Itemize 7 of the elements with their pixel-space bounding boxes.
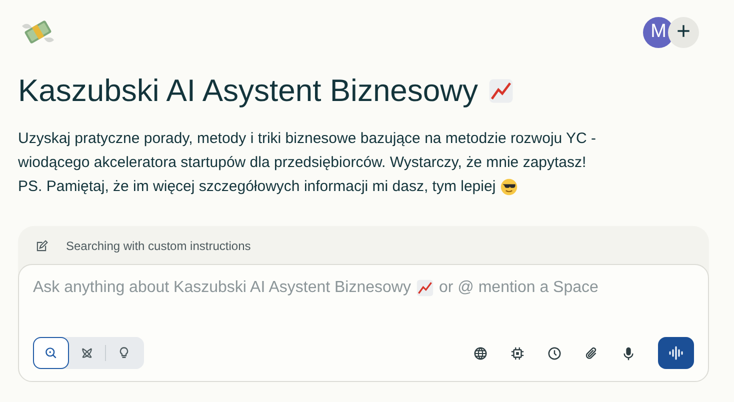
instructions-note[interactable]: Searching with custom instructions <box>66 239 251 253</box>
placeholder-text: or @ mention a Space <box>438 279 598 297</box>
description-text: PS. Pamiętaj, że im więcej szczegółowych informacji mi dasz, tym lepiej <box>18 177 496 197</box>
description-text: Uzyskaj pratyczne porady, metody i triki biznesowe bazujące na metodzie rozwoju YC - wiodącego akceleratora startupów dla przedsiębiorców. Wystarczy, że mnie zapytasz! <box>18 129 598 173</box>
page-title: Kaszubski AI Asystent Biznesowy <box>18 73 478 109</box>
add-button[interactable]: + <box>668 16 699 48</box>
placeholder-text: Ask anything about Kaszubski AI Asystent Biznesowy <box>33 279 411 297</box>
